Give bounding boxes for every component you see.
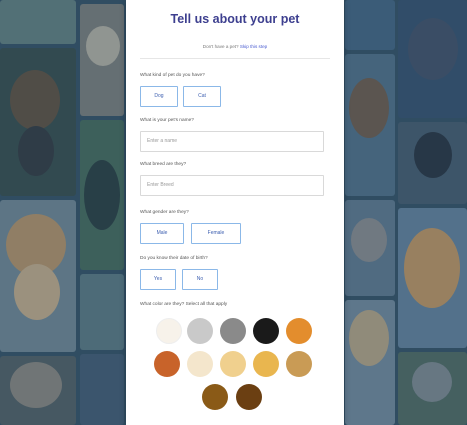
pet-kind-cat-button[interactable]: Cat bbox=[183, 86, 221, 107]
skip-step-link[interactable]: Skip this step bbox=[240, 44, 267, 49]
color-label: What color are they? Select all that app… bbox=[140, 302, 228, 307]
divider bbox=[140, 58, 330, 59]
gender-label: What gender are they? bbox=[140, 210, 189, 215]
breed-label: What breed are they? bbox=[140, 162, 187, 167]
color-swatch-gray[interactable] bbox=[220, 318, 246, 344]
gender-male-button[interactable]: Male bbox=[140, 223, 184, 244]
color-swatch-dark-brown[interactable] bbox=[236, 384, 262, 410]
color-swatch-gold[interactable] bbox=[253, 351, 279, 377]
breed-input[interactable]: Enter Breed bbox=[140, 175, 324, 196]
pet-info-form: Tell us about your pet Don't have a pet?… bbox=[126, 0, 344, 425]
birthdate-yes-button[interactable]: Yes bbox=[140, 269, 176, 290]
pet-name-input[interactable]: Enter a name bbox=[140, 131, 324, 152]
pet-name-label: What is your pet's name? bbox=[140, 118, 194, 123]
color-swatch-light-gray[interactable] bbox=[187, 318, 213, 344]
birthdate-known-label: Do you know their date of birth? bbox=[140, 256, 208, 261]
gender-female-button[interactable]: Female bbox=[191, 223, 241, 244]
page-title: Tell us about your pet bbox=[170, 12, 300, 26]
pet-kind-label: What kind of pet do you have? bbox=[140, 73, 205, 78]
color-swatch-tan[interactable] bbox=[286, 351, 312, 377]
birthdate-no-button[interactable]: No bbox=[182, 269, 218, 290]
color-swatch-beige[interactable] bbox=[187, 351, 213, 377]
color-swatch-cream[interactable] bbox=[156, 318, 182, 344]
pet-kind-dog-button[interactable]: Dog bbox=[140, 86, 178, 107]
color-swatch-rust[interactable] bbox=[154, 351, 180, 377]
color-swatch-black[interactable] bbox=[253, 318, 279, 344]
color-swatch-sand[interactable] bbox=[220, 351, 246, 377]
color-swatch-orange[interactable] bbox=[286, 318, 312, 344]
skip-prompt-text: Don't have a pet? bbox=[202, 44, 239, 49]
skip-subline: Don't have a pet? Skip this step bbox=[126, 44, 344, 49]
color-swatch-brown[interactable] bbox=[202, 384, 228, 410]
